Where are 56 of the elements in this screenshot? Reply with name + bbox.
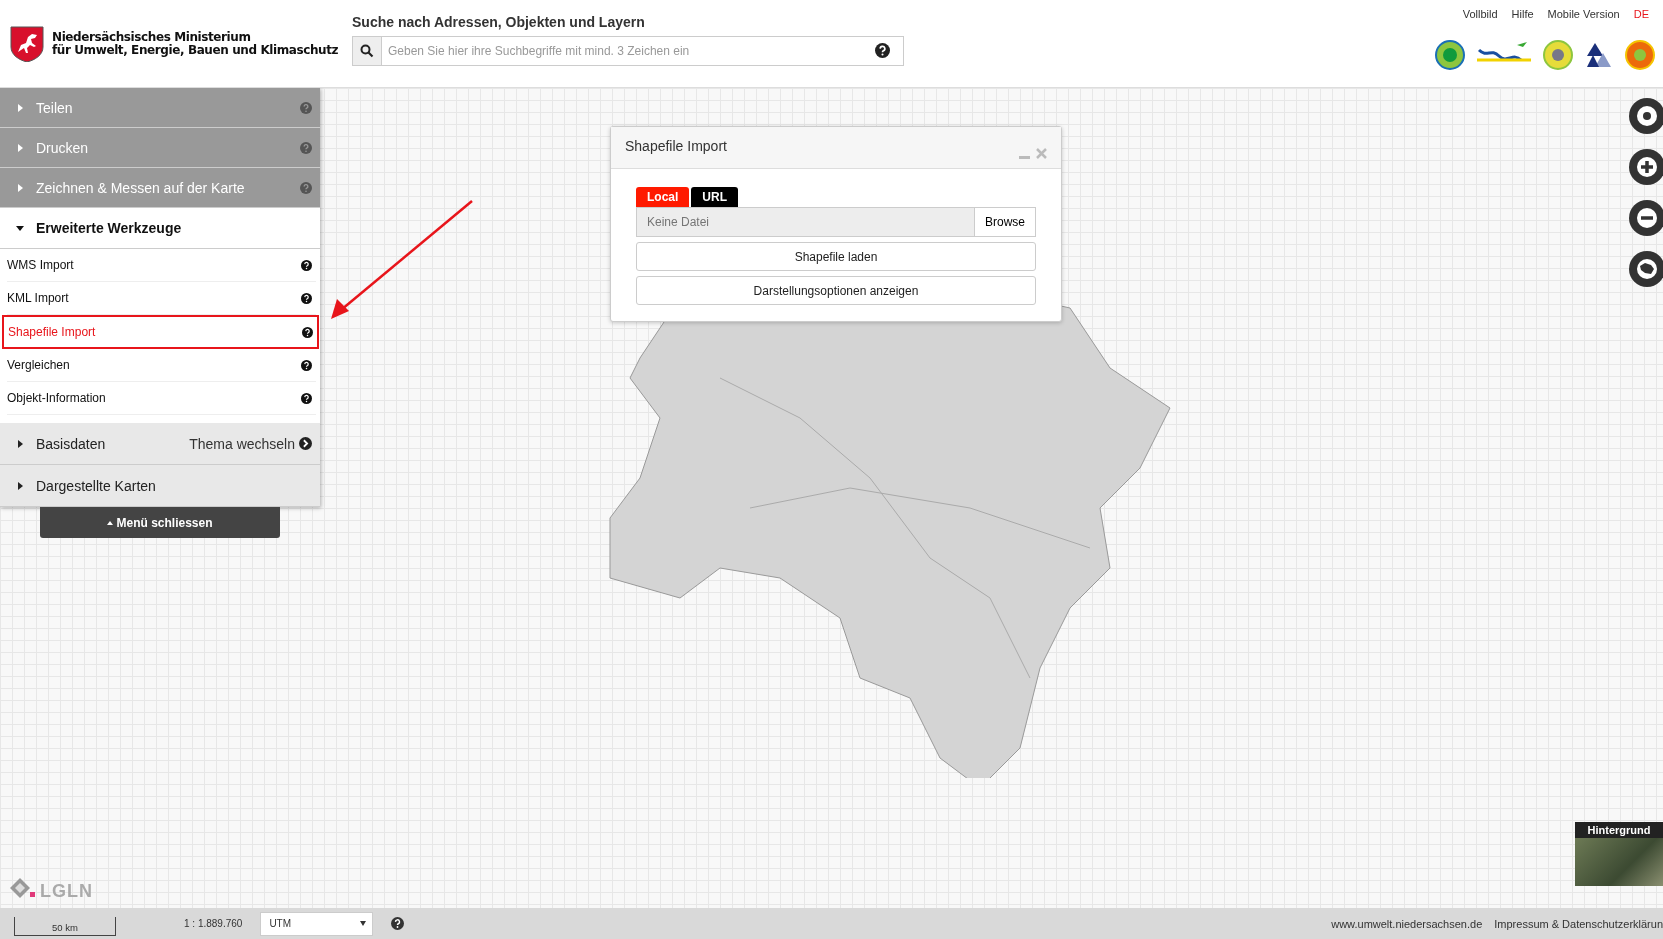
top-link[interactable]: Vollbild [1462, 8, 1498, 20]
zoom-out-icon[interactable] [1627, 198, 1663, 238]
top-link[interactable]: Mobile Version [1547, 8, 1620, 20]
tool-item[interactable]: KML Import [7, 282, 316, 315]
footer-link[interactable]: www.umwelt.niedersachsen.de [1331, 917, 1483, 930]
close-menu-button[interactable]: Menü schliessen [40, 507, 280, 538]
search-field[interactable]: Geben Sie hier ihre Suchbegriffe mit mind. 3 Zeichen ein [382, 36, 904, 66]
caret-icon [107, 520, 114, 525]
dialog-button[interactable]: Darstellungsoptionen anzeigen [636, 276, 1036, 305]
dialog-button[interactable]: Shapefile laden [636, 242, 1036, 271]
background-switcher[interactable]: Hintergrund [1575, 822, 1663, 886]
horse-crest-icon [10, 26, 44, 62]
help-icon[interactable] [391, 917, 405, 930]
search-button[interactable] [352, 36, 382, 66]
tool-item[interactable]: Vergleichen [7, 349, 316, 382]
sidebar-section[interactable]: Dargestellte Karten [0, 465, 320, 507]
zoom-in-icon[interactable] [1627, 147, 1663, 187]
help-icon[interactable] [301, 259, 312, 271]
projection-select[interactable]: UTM [260, 911, 374, 936]
background-label: Hintergrund [1575, 822, 1663, 838]
top-link[interactable]: DE [1633, 8, 1649, 20]
scale-ratio: 1 : 1.889.760 [184, 918, 243, 929]
source-tab[interactable]: Local [636, 187, 690, 207]
caret-icon [16, 183, 24, 192]
search-label: Suche nach Adressen, Objekten und Layern [352, 14, 646, 30]
ministry-name: Niedersächsisches Ministerium für Umwelt, Energie, Bauen und Klimaschutz [52, 31, 339, 57]
help-icon[interactable] [301, 392, 312, 404]
caret-icon [16, 103, 24, 112]
tool-item[interactable]: Objekt-Information [7, 382, 316, 415]
tool-item[interactable]: WMS Import [7, 249, 316, 282]
help-icon[interactable] [301, 292, 312, 304]
caret-icon [16, 143, 24, 152]
locate-icon[interactable] [1627, 96, 1663, 136]
sidebar-section[interactable]: Erweiterte Werkzeuge [0, 208, 320, 249]
top-link[interactable]: Hilfe [1511, 8, 1534, 20]
help-icon[interactable] [302, 326, 313, 338]
caret-icon [16, 481, 24, 490]
circle-logo-icon[interactable] [1543, 40, 1573, 70]
circle-logo-icon[interactable] [1435, 40, 1465, 70]
source-tab[interactable]: URL [691, 187, 738, 207]
circle-logo-icon[interactable] [1625, 40, 1655, 70]
scale-bar: 50 km [14, 917, 116, 936]
caret-icon [16, 439, 24, 448]
tool-item[interactable]: Shapefile Import [2, 315, 319, 349]
sidebar-section[interactable]: Basisdaten Thema wechseln [0, 423, 320, 465]
dialog-title: Shapefile Import [625, 138, 727, 156]
region-map-icon[interactable] [1627, 249, 1663, 289]
dropdown-arrow-icon [360, 921, 367, 926]
help-icon[interactable] [301, 359, 312, 371]
triangles-logo-icon[interactable] [1585, 41, 1613, 69]
chevron-circle-icon[interactable] [299, 437, 312, 450]
search-icon [360, 44, 374, 58]
logo-text: LGLN [40, 881, 93, 902]
help-icon[interactable] [875, 43, 890, 58]
footer-link[interactable]: Impressum & Datenschutzerklärun [1494, 917, 1663, 930]
caret-icon [16, 224, 24, 232]
